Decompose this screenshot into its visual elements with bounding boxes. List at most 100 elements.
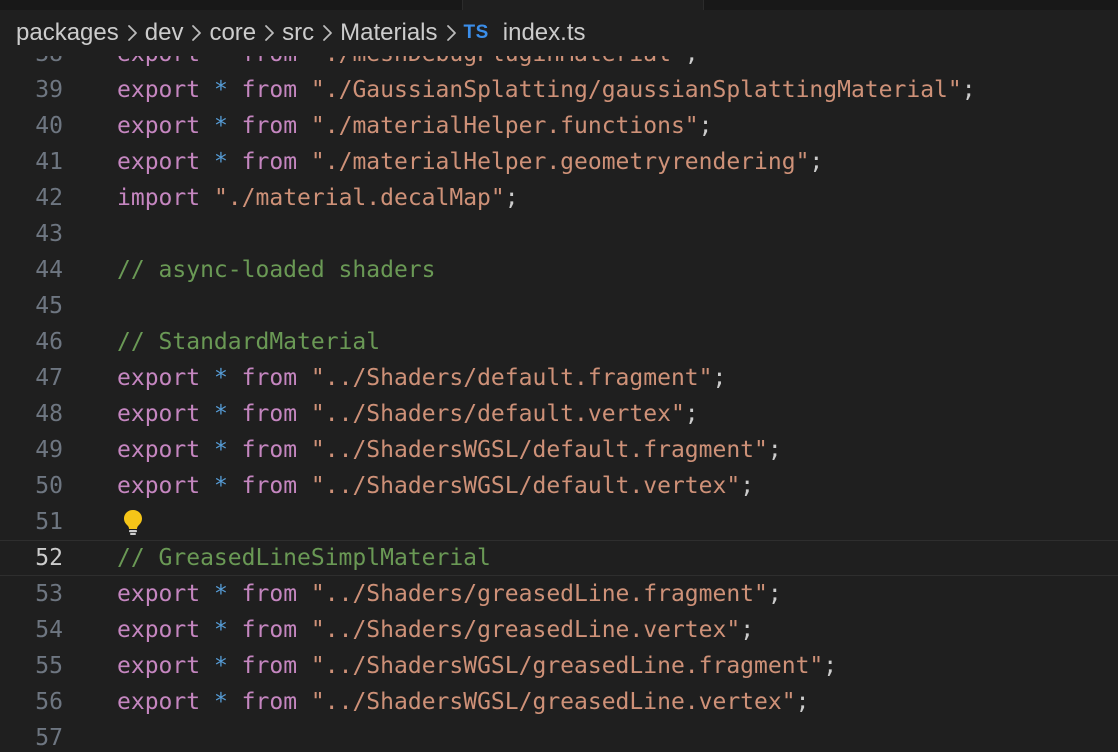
semicolon: ; [961, 77, 976, 103]
code-line[interactable]: 55 export * from "../ShadersWGSL/greasedL… [0, 648, 1118, 684]
keyword-export: export [117, 653, 201, 679]
line-content: export * from "./materialHelper.function… [117, 108, 713, 144]
keyword-export: export [117, 77, 201, 103]
keyword-export: export [117, 149, 201, 175]
operator-star: * [213, 689, 228, 715]
typescript-file-icon: TS [463, 22, 489, 43]
operator-star: * [213, 653, 228, 679]
line-content: export * from "./GaussianSplatting/gauss… [117, 72, 976, 108]
code-line[interactable]: 50 export * from "../ShadersWGSL/default.… [0, 468, 1118, 504]
line-number: 57 [35, 725, 63, 751]
code-area[interactable]: 38export * from "./meshDebugPluginMateri… [0, 0, 1118, 752]
semicolon: ; [712, 365, 727, 391]
keyword-import: import [117, 185, 201, 211]
line-number: 55 [35, 653, 63, 679]
code-line[interactable]: 40 export * from "./materialHelper.functi… [0, 108, 1118, 144]
semicolon: ; [740, 617, 755, 643]
breadcrumb-item-dev[interactable]: dev [145, 19, 184, 47]
keyword-from: from [241, 653, 298, 679]
line-number: 46 [35, 329, 63, 355]
code-line[interactable]: 54 export * from "../Shaders/greasedLine.… [0, 612, 1118, 648]
string-literal: "../Shaders/greasedLine.vertex" [310, 617, 741, 643]
code-line[interactable]: 57 [0, 720, 1118, 752]
operator-star: * [213, 473, 228, 499]
breadcrumb-item-materials[interactable]: Materials [340, 19, 437, 47]
operator-star: * [213, 581, 228, 607]
code-line[interactable]: 51 [0, 504, 1118, 540]
comment: // GreasedLineSimplMaterial [117, 545, 491, 571]
code-editor[interactable]: 38export * from "./meshDebugPluginMateri… [0, 0, 1118, 752]
code-line[interactable]: 43 [0, 216, 1118, 252]
operator-star: * [213, 401, 228, 427]
breadcrumb-file-name[interactable]: index.ts [503, 19, 586, 47]
operator-star: * [213, 365, 228, 391]
breadcrumb-item-packages[interactable]: packages [16, 19, 119, 47]
string-literal: "./materialHelper.geometryrendering" [310, 149, 810, 175]
line-content: export * from "../Shaders/default.fragme… [117, 360, 726, 396]
code-line[interactable]: 46 // StandardMaterial [0, 324, 1118, 360]
code-line[interactable]: 41 export * from "./materialHelper.geomet… [0, 144, 1118, 180]
line-content: export * from "../Shaders/default.vertex… [117, 396, 699, 432]
line-number: 53 [35, 581, 63, 607]
string-literal: "./GaussianSplatting/gaussianSplattingMa… [310, 77, 962, 103]
line-number: 42 [35, 185, 63, 211]
line-number: 56 [35, 689, 63, 715]
code-line[interactable]: 53 export * from "../Shaders/greasedLine.… [0, 576, 1118, 612]
keyword-export: export [117, 689, 201, 715]
semicolon: ; [795, 689, 810, 715]
line-number: 54 [35, 617, 63, 643]
line-content: export * from "../Shaders/greasedLine.ve… [117, 612, 754, 648]
line-number: 47 [35, 365, 63, 391]
string-literal: "../ShadersWGSL/greasedLine.fragment" [310, 653, 824, 679]
semicolon: ; [504, 185, 519, 211]
lightbulb-icon[interactable] [120, 508, 146, 536]
code-line[interactable]: 39 export * from "./GaussianSplatting/gau… [0, 72, 1118, 108]
keyword-export: export [117, 437, 201, 463]
line-content: // GreasedLineSimplMaterial [117, 540, 491, 576]
line-number: 45 [35, 293, 63, 319]
line-content: export * from "../ShadersWGSL/default.ve… [117, 468, 754, 504]
breadcrumb-item-core[interactable]: core [209, 19, 256, 47]
string-literal: "../Shaders/greasedLine.fragment" [310, 581, 768, 607]
line-number: 49 [35, 437, 63, 463]
keyword-from: from [241, 581, 298, 607]
code-line[interactable]: 49 export * from "../ShadersWGSL/default.… [0, 432, 1118, 468]
operator-star: * [213, 437, 228, 463]
string-literal: "../ShadersWGSL/default.vertex" [310, 473, 741, 499]
line-number: 44 [35, 257, 63, 283]
chevron-right-icon [438, 18, 464, 48]
chevron-right-icon [183, 18, 209, 48]
semicolon: ; [767, 581, 782, 607]
comment: // async-loaded shaders [117, 257, 436, 283]
line-number: 51 [35, 509, 63, 535]
keyword-from: from [241, 689, 298, 715]
code-line[interactable]: 44 // async-loaded shaders [0, 252, 1118, 288]
code-line[interactable]: 52 // GreasedLineSimplMaterial [0, 540, 1118, 576]
line-number: 40 [35, 113, 63, 139]
code-line[interactable]: 48 export * from "../Shaders/default.vert… [0, 396, 1118, 432]
line-content: export * from "../ShadersWGSL/default.fr… [117, 432, 782, 468]
comment: // StandardMaterial [117, 329, 381, 355]
chevron-right-icon [314, 18, 340, 48]
keyword-export: export [117, 113, 201, 139]
keyword-from: from [241, 401, 298, 427]
line-content: export * from "../ShadersWGSL/greasedLin… [117, 648, 837, 684]
operator-star: * [213, 77, 228, 103]
keyword-from: from [241, 365, 298, 391]
line-number: 41 [35, 149, 63, 175]
code-line[interactable]: 47 export * from "../Shaders/default.frag… [0, 360, 1118, 396]
chevron-right-icon [256, 18, 282, 48]
keyword-from: from [241, 77, 298, 103]
string-literal: "../ShadersWGSL/default.fragment" [310, 437, 768, 463]
keyword-export: export [117, 581, 201, 607]
code-line[interactable]: 42 import "./material.decalMap"; [0, 180, 1118, 216]
keyword-from: from [241, 617, 298, 643]
code-line[interactable]: 45 [0, 288, 1118, 324]
operator-star: * [213, 113, 228, 139]
keyword-export: export [117, 473, 201, 499]
line-number: 52 [35, 545, 63, 571]
code-line[interactable]: 56 export * from "../ShadersWGSL/greasedL… [0, 684, 1118, 720]
keyword-export: export [117, 365, 201, 391]
breadcrumb-item-src[interactable]: src [282, 19, 314, 47]
semicolon: ; [698, 113, 713, 139]
